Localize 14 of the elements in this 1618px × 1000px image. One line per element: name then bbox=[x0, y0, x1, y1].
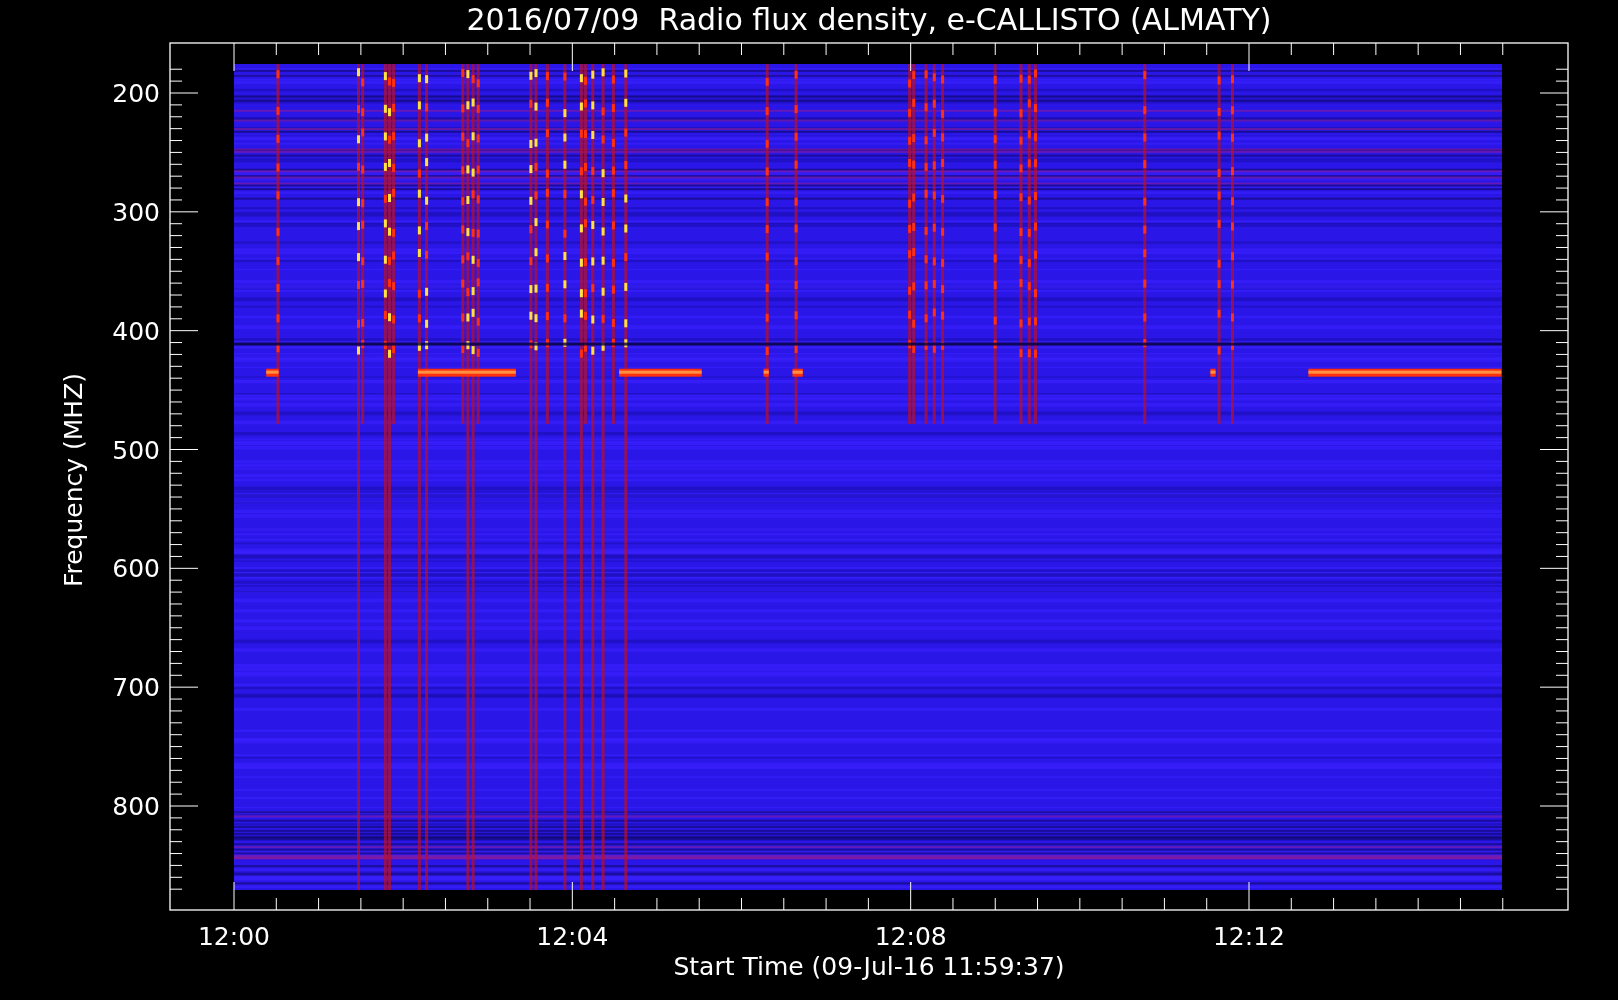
axis-title: Start Time (09-Jul-16 11:59:37) bbox=[673, 952, 1065, 981]
axis-tick-label: 12:12 bbox=[1213, 922, 1285, 951]
axis-tick-label: 800 bbox=[112, 792, 160, 821]
axis-tick-label: 12:08 bbox=[874, 922, 947, 951]
axis-tick-label: 12:00 bbox=[198, 922, 270, 951]
axis-tick-label: 300 bbox=[112, 197, 160, 227]
axis-tick-label: 700 bbox=[112, 673, 160, 703]
axis-tick-label: 200 bbox=[112, 79, 160, 108]
axis-tick-label: 400 bbox=[112, 316, 160, 346]
axis-tick-label: 12:04 bbox=[536, 922, 609, 951]
chart-title: 2016/07/09 Radio flux density, e-CALLISTO (ALMATY) bbox=[466, 2, 1272, 37]
axis-title: Frequency (MHZ) bbox=[59, 372, 88, 588]
axis-tick-label: 500 bbox=[112, 435, 160, 465]
axis-tick-label: 600 bbox=[112, 554, 160, 584]
